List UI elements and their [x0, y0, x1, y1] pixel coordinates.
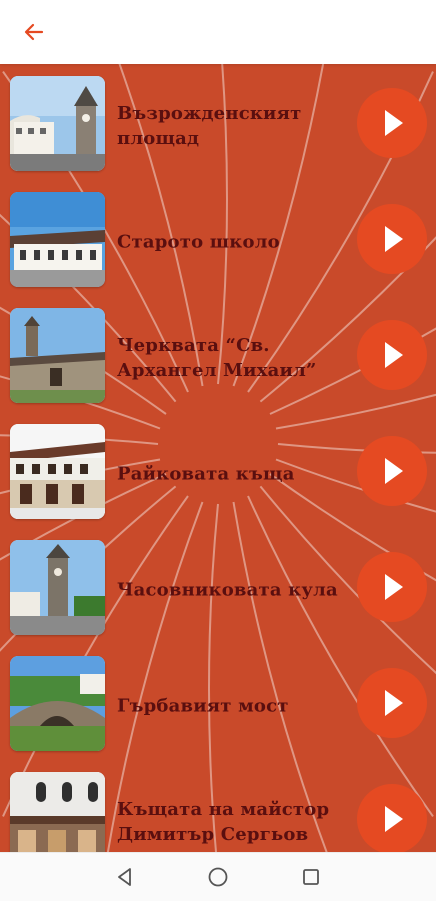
list-item[interactable]: Гърбавият мост — [0, 656, 436, 756]
play-button[interactable] — [357, 436, 427, 506]
content-area: Възрожденският площад Старото школо Черк… — [0, 64, 436, 852]
item-title: Старото школо — [117, 231, 280, 253]
list-item[interactable]: Райковата къща — [0, 424, 436, 524]
item-title: Възрожденският площад — [117, 103, 302, 149]
system-navigation-bar — [0, 852, 436, 901]
play-button[interactable] — [357, 204, 427, 274]
thumbnail-image[interactable] — [10, 424, 105, 519]
play-icon — [385, 574, 403, 600]
play-button[interactable] — [357, 320, 427, 390]
item-title: Часовниковата кула — [117, 579, 338, 601]
nav-home-button[interactable] — [206, 865, 230, 889]
arrow-left-icon — [24, 23, 44, 41]
list-item[interactable]: Черквата “Св. Архангел Михаил” — [0, 308, 436, 408]
item-title: Къщата на майстор Димитър Сергьов — [117, 799, 330, 845]
list-item[interactable]: Старото школо — [0, 192, 436, 292]
play-icon — [385, 458, 403, 484]
item-title: Райковата къща — [117, 463, 295, 485]
item-title: Черквата “Св. Архангел Михаил” — [117, 335, 317, 381]
play-button[interactable] — [357, 784, 427, 852]
back-button[interactable] — [18, 18, 50, 46]
nav-recents-button[interactable] — [299, 865, 323, 889]
list-item[interactable]: Възрожденският площад — [0, 76, 436, 176]
nav-back-button[interactable] — [113, 865, 137, 889]
list-item[interactable]: Къщата на майстор Димитър Сергьов — [0, 772, 436, 852]
play-icon — [385, 690, 403, 716]
thumbnail-image[interactable] — [10, 656, 105, 751]
play-button[interactable] — [357, 552, 427, 622]
play-button[interactable] — [357, 88, 427, 158]
circle-home-icon — [208, 867, 228, 887]
triangle-back-icon — [118, 868, 131, 886]
list-item[interactable]: Часовниковата кула — [0, 540, 436, 640]
square-recents-icon — [303, 869, 319, 885]
thumbnail-image[interactable] — [10, 192, 105, 287]
thumbnail-image[interactable] — [10, 76, 105, 171]
thumbnail-image[interactable] — [10, 540, 105, 635]
play-icon — [385, 110, 403, 136]
top-app-bar — [0, 0, 436, 64]
play-icon — [385, 342, 403, 368]
play-button[interactable] — [357, 668, 427, 738]
item-title: Гърбавият мост — [117, 695, 289, 717]
play-icon — [385, 226, 403, 252]
thumbnail-image[interactable] — [10, 772, 105, 852]
play-icon — [385, 806, 403, 832]
thumbnail-image[interactable] — [10, 308, 105, 403]
